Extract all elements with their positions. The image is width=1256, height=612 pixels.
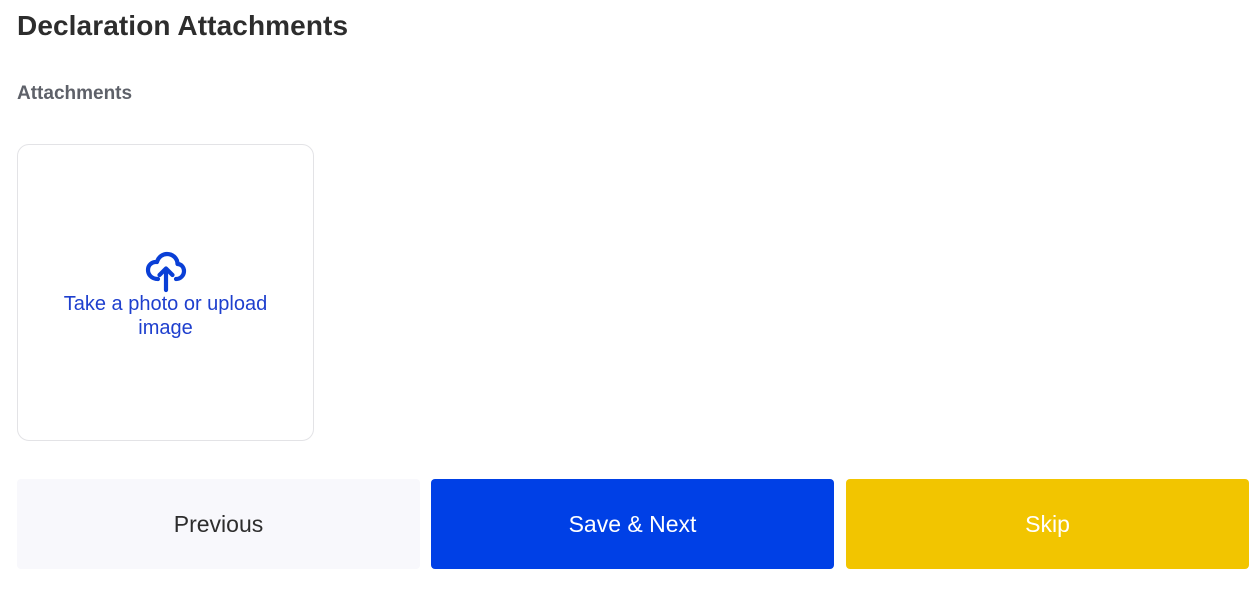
upload-tile[interactable]: Take a photo or upload image (17, 144, 314, 441)
save-next-button[interactable]: Save & Next (431, 479, 834, 569)
page-title: Declaration Attachments (17, 10, 349, 41)
skip-button[interactable]: Skip (846, 479, 1249, 569)
upload-content: Take a photo or upload image (18, 249, 313, 340)
cloud-upload-icon (145, 251, 186, 293)
upload-tile-text: Take a photo or upload image (63, 293, 268, 339)
previous-button[interactable]: Previous (17, 479, 420, 569)
attachments-label: Attachments (17, 83, 133, 104)
